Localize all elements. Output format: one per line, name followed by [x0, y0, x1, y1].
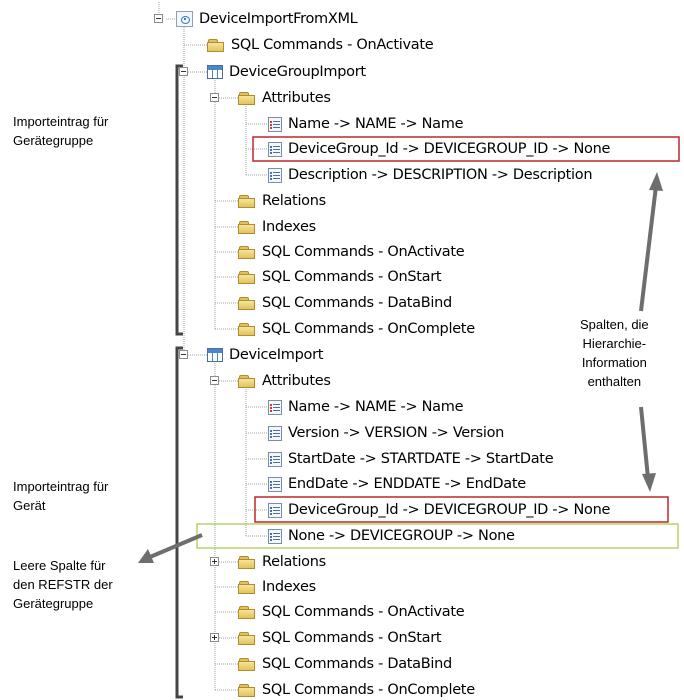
xml-import-icon	[176, 11, 193, 27]
tree-node[interactable]: Attributes	[238, 88, 331, 108]
tree-node[interactable]: Relations	[238, 552, 326, 572]
collapse-icon[interactable]	[179, 67, 188, 76]
tree-node-label: Description -> DESCRIPTION -> Descriptio…	[288, 167, 593, 183]
folder-icon	[238, 295, 256, 311]
folder-icon	[238, 656, 256, 672]
collapse-icon[interactable]	[179, 350, 188, 359]
tree-node-label: Attributes	[262, 90, 331, 106]
attribute-icon	[268, 425, 282, 441]
tree-node-label: DeviceGroup_Id -> DEVICEGROUP_ID -> None	[288, 502, 611, 518]
tree-node[interactable]: SQL Commands - OnComplete	[238, 680, 475, 700]
tree-node-label: SQL Commands - OnComplete	[262, 682, 475, 698]
attribute-icon	[268, 167, 282, 183]
tree-node[interactable]: SQL Commands - OnComplete	[238, 319, 475, 339]
table-icon	[207, 348, 223, 362]
tree-node-label: SQL Commands - OnStart	[262, 269, 442, 285]
attribute-icon	[268, 451, 282, 467]
tree-node[interactable]: SQL Commands - OnActivate	[238, 242, 465, 262]
tree-node[interactable]: EndDate -> ENDDATE -> EndDate	[268, 474, 526, 494]
tree-node[interactable]: Indexes	[238, 217, 316, 237]
attribute-icon	[268, 141, 282, 157]
tree-node[interactable]: StartDate -> STARTDATE -> StartDate	[268, 449, 554, 469]
annotation-hierarchy-columns: Spalten, die Hierarchie- Information ent…	[576, 315, 653, 391]
folder-icon	[238, 373, 256, 389]
tree-node[interactable]: DeviceGroupImport	[207, 62, 366, 82]
tree-node-label: DeviceGroupImport	[229, 64, 366, 80]
tree-node[interactable]: SQL Commands - OnStart	[238, 267, 442, 287]
tree-node[interactable]: DeviceGroup_Id -> DEVICEGROUP_ID -> None	[268, 500, 610, 520]
tree-node-label: EndDate -> ENDDATE -> EndDate	[288, 476, 526, 492]
tree-node-label: SQL Commands - OnActivate	[231, 37, 434, 53]
attribute-icon	[268, 502, 282, 518]
tree-node[interactable]: Relations	[238, 191, 326, 211]
attribute-icon	[268, 528, 282, 544]
tree-root-node[interactable]: DeviceImportFromXML	[176, 9, 358, 29]
table-icon	[207, 65, 223, 79]
tree-node-label: DeviceImportFromXML	[199, 11, 358, 27]
folder-icon	[238, 219, 256, 235]
tree-node-label: Indexes	[262, 219, 316, 235]
folder-icon	[238, 630, 256, 646]
annotation-group-entry: Importeintrag für Gerätegruppe	[13, 114, 109, 148]
collapse-icon[interactable]	[154, 14, 163, 23]
tree-node-label: Relations	[262, 193, 326, 209]
folder-icon	[238, 579, 256, 595]
tree-node[interactable]: SQL Commands - DataBind	[238, 654, 452, 674]
tree-node-label: Version -> VERSION -> Version	[288, 425, 505, 441]
tree-node[interactable]: None -> DEVICEGROUP -> None	[268, 526, 515, 546]
tree-node-label: SQL Commands - OnActivate	[262, 244, 465, 260]
folder-icon	[207, 37, 225, 53]
folder-icon	[238, 193, 256, 209]
folder-icon	[238, 244, 256, 260]
tree-node-label: DeviceImport	[229, 347, 324, 363]
empty-column-arrow	[138, 533, 203, 563]
tree-node[interactable]: SQL Commands - OnActivate	[238, 602, 465, 622]
folder-icon	[238, 554, 256, 570]
tree-node[interactable]: Description -> DESCRIPTION -> Descriptio…	[268, 165, 593, 185]
tree-node[interactable]: Attributes	[238, 371, 331, 391]
folder-icon	[238, 604, 256, 620]
tree-node[interactable]: Name -> NAME -> Name	[268, 397, 464, 417]
tree-node[interactable]: Indexes	[238, 577, 316, 597]
group-import-bracket	[175, 64, 183, 336]
tree-node[interactable]: DeviceImport	[207, 345, 323, 365]
tree-node-label: None -> DEVICEGROUP -> None	[288, 528, 515, 544]
annotation-empty-column: Leere Spalte für den REFSTR der Gerätegr…	[13, 558, 113, 611]
tree-node[interactable]: SQL Commands - OnActivate	[207, 35, 434, 55]
tree-node-label: SQL Commands - DataBind	[262, 295, 452, 311]
tree-node[interactable]: Name -> NAME -> Name	[268, 114, 464, 134]
tree-node[interactable]: Version -> VERSION -> Version	[268, 423, 504, 443]
tree-node-label: SQL Commands - DataBind	[262, 656, 452, 672]
tree-node-label: DeviceGroup_Id -> DEVICEGROUP_ID -> None	[288, 141, 611, 157]
tree-node-label: Relations	[262, 554, 326, 570]
collapse-icon[interactable]	[210, 93, 219, 102]
folder-icon	[238, 90, 256, 106]
tree-node-label: Name -> NAME -> Name	[288, 116, 464, 132]
tree-node[interactable]: SQL Commands - DataBind	[238, 293, 452, 313]
folder-icon	[238, 321, 256, 337]
tree-node-label: SQL Commands - OnStart	[262, 630, 442, 646]
tree-node-label: Indexes	[262, 579, 316, 595]
tree-node-label: SQL Commands - OnComplete	[262, 321, 475, 337]
device-import-bracket	[175, 346, 183, 699]
tree-node[interactable]: DeviceGroup_Id -> DEVICEGROUP_ID -> None	[268, 139, 610, 159]
attribute-icon	[268, 476, 282, 492]
tree-node-label: SQL Commands - OnActivate	[262, 604, 465, 620]
tree-node-label: Name -> NAME -> Name	[288, 399, 464, 415]
folder-icon	[238, 269, 256, 285]
tree-node[interactable]: SQL Commands - OnStart	[238, 628, 442, 648]
tree-node-label: Attributes	[262, 373, 331, 389]
annotation-device-entry: Importeintrag für Gerät	[13, 479, 109, 513]
tree-node-label: StartDate -> STARTDATE -> StartDate	[288, 451, 554, 467]
collapse-icon[interactable]	[210, 376, 219, 385]
expand-icon[interactable]	[210, 557, 219, 566]
folder-icon	[238, 682, 256, 698]
attribute-key-icon	[268, 116, 282, 132]
expand-icon[interactable]	[210, 633, 219, 642]
attribute-key-icon	[268, 399, 282, 415]
